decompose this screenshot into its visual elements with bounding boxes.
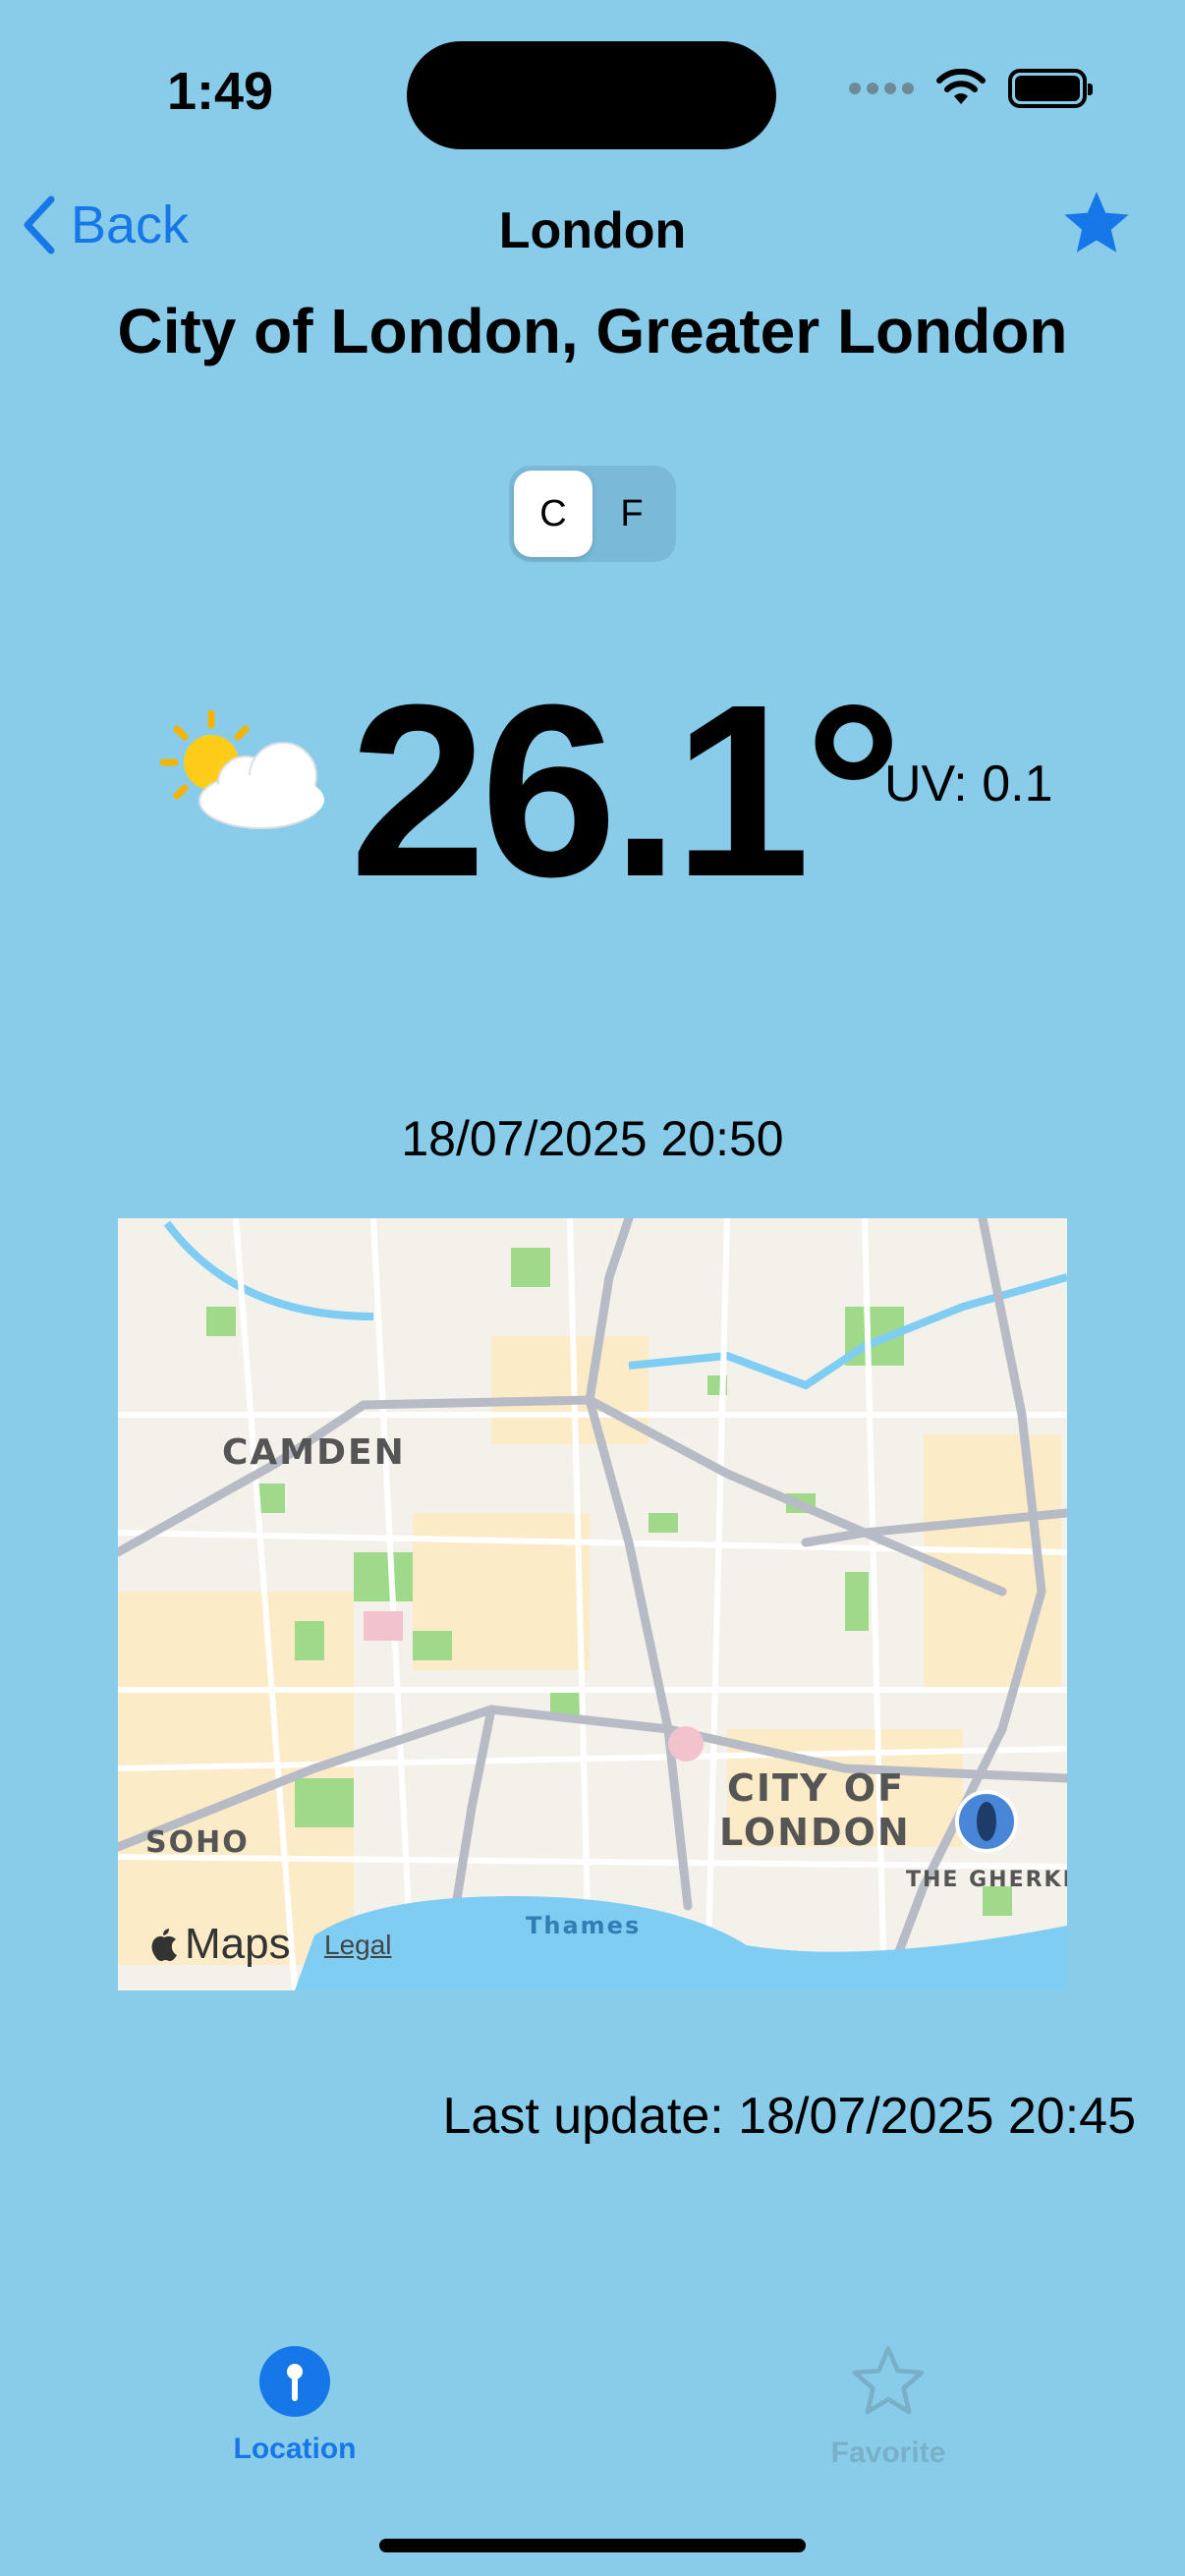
dynamic-island xyxy=(407,41,776,149)
apple-maps-logo: Maps xyxy=(149,1920,291,1969)
map-label-soho: SOHO xyxy=(145,1825,250,1860)
map-view[interactable]: CAMDEN CITY OF LONDON SOHO THE GHERKIN T… xyxy=(118,1218,1067,1990)
last-update-text: Last update: 18/07/2025 20:45 xyxy=(442,2088,1136,2145)
favorite-star-button[interactable] xyxy=(1059,189,1134,266)
status-time: 1:49 xyxy=(167,62,274,121)
wifi-icon xyxy=(936,69,986,104)
map-label-camden: CAMDEN xyxy=(222,1432,406,1473)
star-filled-icon xyxy=(1064,192,1129,252)
map-label-gherkin: THE GHERKIN xyxy=(906,1868,1067,1892)
map-label-london: LONDON xyxy=(719,1811,911,1854)
map-canvas: CAMDEN CITY OF LONDON SOHO THE GHERKIN T… xyxy=(118,1218,1067,1990)
map-label-thames: Thames xyxy=(526,1912,641,1939)
tab-location[interactable]: Location xyxy=(177,2346,413,2466)
home-indicator xyxy=(379,2539,806,2552)
gherkin-poi-icon[interactable] xyxy=(955,1790,1018,1853)
map-legal-link[interactable]: Legal xyxy=(324,1930,392,1961)
uv-index: UV: 0.1 xyxy=(884,756,1053,812)
unit-fahrenheit-option[interactable]: F xyxy=(592,471,671,557)
nav-title: London xyxy=(498,202,687,259)
star-outline-icon xyxy=(852,2346,925,2415)
location-pin-icon xyxy=(259,2346,330,2417)
maps-brand-label: Maps xyxy=(185,1920,291,1968)
tab-favorite[interactable]: Favorite xyxy=(770,2346,1006,2470)
temperature-value: 26.1° xyxy=(350,653,903,927)
tab-favorite-label: Favorite xyxy=(830,2436,946,2469)
unit-segmented-control[interactable]: C F xyxy=(509,466,676,562)
battery-icon xyxy=(1008,69,1093,108)
apple-icon xyxy=(151,1929,177,1962)
location-subtitle: City of London, Greater London xyxy=(117,296,1068,366)
unit-celsius-option[interactable]: C xyxy=(514,471,592,557)
status-icons xyxy=(849,69,1093,108)
tab-location-label: Location xyxy=(233,2433,357,2465)
cellular-signal-icon xyxy=(849,83,914,94)
forecast-time: 18/07/2025 20:50 xyxy=(401,1111,784,1166)
map-label-city-of: CITY OF xyxy=(727,1766,905,1810)
partly-cloudy-icon xyxy=(157,707,334,840)
